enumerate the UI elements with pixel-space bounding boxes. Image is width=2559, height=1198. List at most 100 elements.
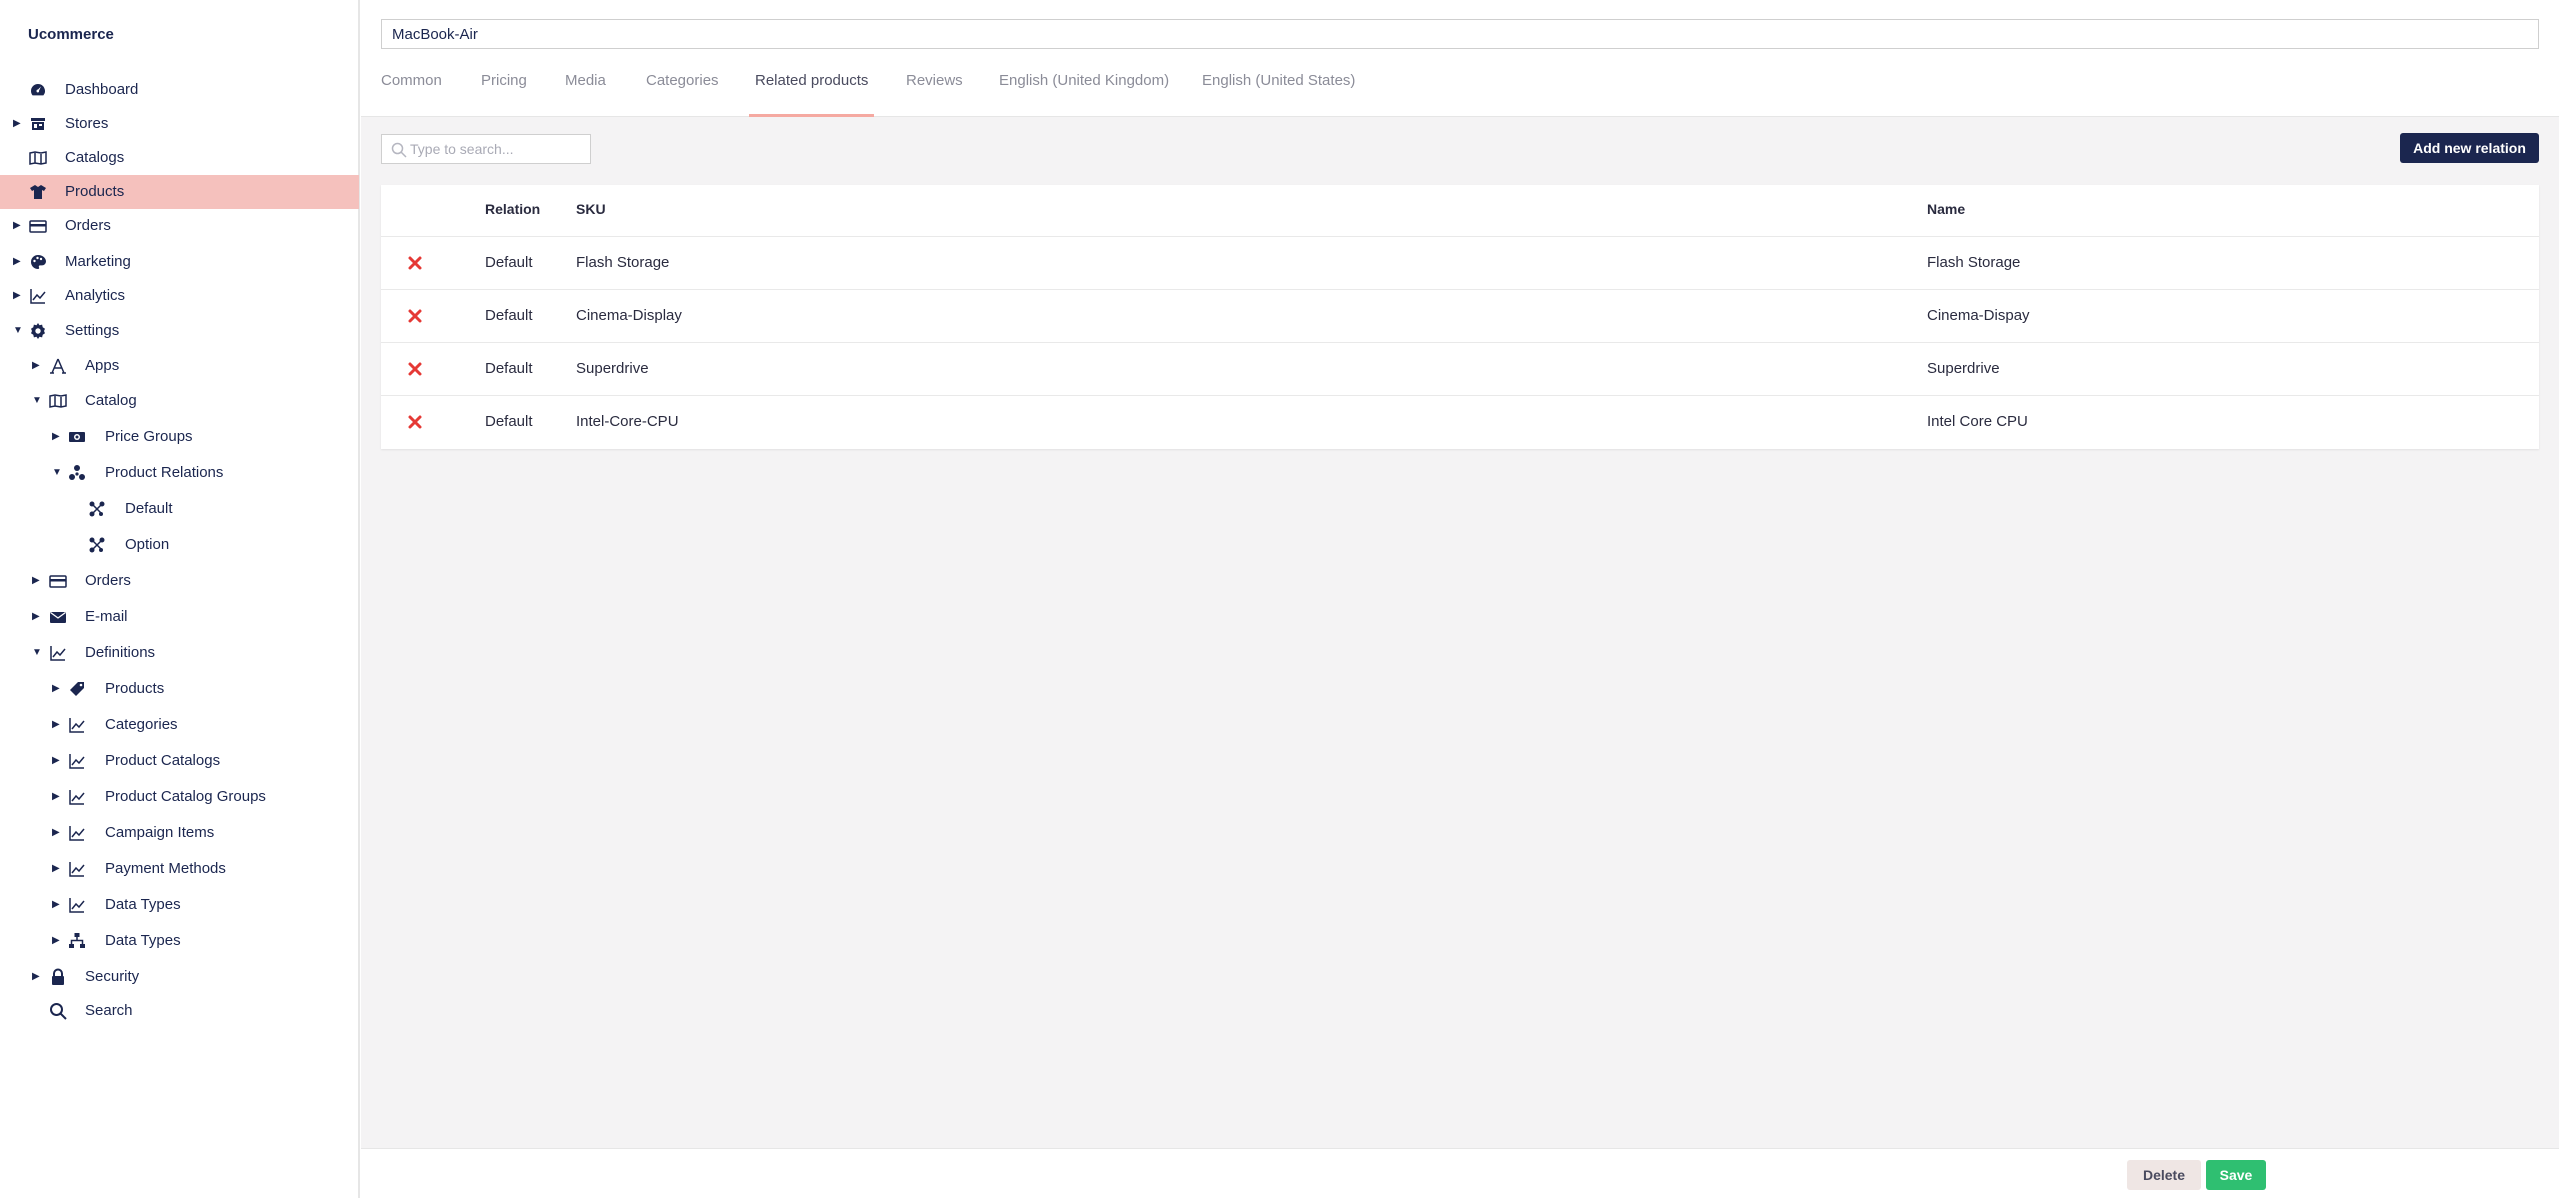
apps-icon bbox=[49, 357, 67, 375]
sidebar-item-catalogs[interactable]: Catalogs bbox=[0, 141, 359, 175]
lock-icon bbox=[49, 968, 67, 986]
search-input[interactable] bbox=[410, 136, 588, 162]
sidebar-item-settings-orders[interactable]: ▶ Orders bbox=[0, 564, 359, 598]
sidebar-item-def-product-catalog-groups[interactable]: ▶ Product Catalog Groups bbox=[0, 780, 359, 814]
tab-english-uk[interactable]: English (United Kingdom) bbox=[999, 72, 1169, 117]
sidebar-item-price-groups[interactable]: ▶ Price Groups bbox=[0, 420, 359, 454]
footer-bar: Delete Save bbox=[361, 1148, 2559, 1198]
sidebar-item-stores[interactable]: ▶ Stores bbox=[0, 107, 359, 141]
chart-icon bbox=[68, 752, 86, 770]
product-shirt-icon bbox=[29, 183, 47, 201]
tab-categories[interactable]: Categories bbox=[646, 72, 719, 117]
sidebar-item-settings[interactable]: ▼ Settings bbox=[0, 314, 359, 348]
tab-media[interactable]: Media bbox=[565, 72, 606, 117]
delete-x-icon[interactable] bbox=[407, 414, 423, 430]
caret-right-icon[interactable]: ▶ bbox=[52, 827, 62, 838]
caret-right-icon[interactable]: ▶ bbox=[32, 971, 42, 982]
caret-right-icon[interactable]: ▶ bbox=[52, 935, 62, 946]
brand-logo: Ucommerce bbox=[28, 26, 114, 43]
catalog-icon bbox=[49, 392, 67, 410]
caret-right-icon[interactable]: ▶ bbox=[52, 719, 62, 730]
cell-sku: Superdrive bbox=[576, 360, 649, 377]
chart-icon bbox=[68, 788, 86, 806]
delete-button[interactable]: Delete bbox=[2127, 1160, 2201, 1190]
caret-right-icon[interactable]: ▶ bbox=[13, 256, 23, 267]
sidebar-item-definitions[interactable]: ▼ Definitions bbox=[0, 636, 359, 670]
sidebar-item-marketing[interactable]: ▶ Marketing bbox=[0, 245, 359, 279]
table-row: Default Flash Storage Flash Storage bbox=[381, 236, 2539, 289]
caret-right-icon[interactable]: ▶ bbox=[13, 290, 23, 301]
caret-down-icon[interactable]: ▼ bbox=[52, 467, 62, 478]
caret-right-icon[interactable]: ▶ bbox=[52, 755, 62, 766]
related-products-table: Relation SKU Name Default Flash Storage … bbox=[381, 185, 2539, 449]
caret-right-icon[interactable]: ▶ bbox=[52, 683, 62, 694]
sidebar-item-email[interactable]: ▶ E-mail bbox=[0, 600, 359, 634]
sidebar-item-def-campaign-items[interactable]: ▶ Campaign Items bbox=[0, 816, 359, 850]
cell-relation: Default bbox=[485, 413, 533, 430]
caret-right-icon[interactable]: ▶ bbox=[52, 431, 62, 442]
palette-icon bbox=[29, 253, 47, 271]
caret-right-icon[interactable]: ▶ bbox=[13, 220, 23, 231]
caret-down-icon[interactable]: ▼ bbox=[32, 395, 42, 406]
store-icon bbox=[29, 115, 47, 133]
cell-name: Intel Core CPU bbox=[1927, 413, 2028, 430]
delete-x-icon[interactable] bbox=[407, 361, 423, 377]
cell-relation: Default bbox=[485, 360, 533, 377]
hierarchy-icon bbox=[68, 932, 86, 950]
sidebar-item-dashboard[interactable]: Dashboard bbox=[0, 73, 359, 107]
relation-icon bbox=[88, 536, 106, 554]
sidebar: Ucommerce Dashboard ▶ Stores Catalogs Pr… bbox=[0, 0, 360, 1198]
sidebar-item-apps[interactable]: ▶ Apps bbox=[0, 349, 359, 383]
credit-card-icon bbox=[49, 572, 67, 590]
cell-name: Superdrive bbox=[1927, 360, 2000, 377]
table-row: Default Superdrive Superdrive bbox=[381, 342, 2539, 395]
caret-right-icon[interactable]: ▶ bbox=[32, 360, 42, 371]
envelope-icon bbox=[49, 608, 67, 626]
sidebar-item-option[interactable]: Option bbox=[0, 528, 359, 562]
sidebar-item-default[interactable]: Default bbox=[0, 492, 359, 526]
product-name-input[interactable] bbox=[381, 19, 2539, 49]
column-header-sku: SKU bbox=[576, 201, 606, 217]
sidebar-item-search[interactable]: Search bbox=[0, 994, 359, 1028]
caret-right-icon[interactable]: ▶ bbox=[52, 899, 62, 910]
dashboard-icon bbox=[29, 81, 47, 99]
tab-common[interactable]: Common bbox=[381, 72, 442, 117]
caret-right-icon[interactable]: ▶ bbox=[13, 118, 23, 129]
table-row: Default Cinema-Display Cinema-Dispay bbox=[381, 289, 2539, 342]
sidebar-item-def-product-catalogs[interactable]: ▶ Product Catalogs bbox=[0, 744, 359, 778]
tab-reviews[interactable]: Reviews bbox=[906, 72, 963, 117]
main-content: Common Pricing Media Categories Related … bbox=[361, 0, 2559, 1198]
caret-down-icon[interactable]: ▼ bbox=[32, 647, 42, 658]
relation-icon bbox=[88, 500, 106, 518]
tab-english-us[interactable]: English (United States) bbox=[1202, 72, 1355, 117]
search-icon bbox=[391, 142, 407, 158]
caret-right-icon[interactable]: ▶ bbox=[32, 611, 42, 622]
save-button[interactable]: Save bbox=[2206, 1160, 2266, 1190]
caret-right-icon[interactable]: ▶ bbox=[52, 791, 62, 802]
caret-right-icon[interactable]: ▶ bbox=[32, 575, 42, 586]
tab-related-products[interactable]: Related products bbox=[748, 72, 875, 117]
sidebar-item-def-data-types-2[interactable]: ▶ Data Types bbox=[0, 924, 359, 958]
caret-right-icon[interactable]: ▶ bbox=[52, 863, 62, 874]
search-box bbox=[381, 134, 591, 164]
sidebar-item-def-products[interactable]: ▶ Products bbox=[0, 672, 359, 706]
caret-down-icon[interactable]: ▼ bbox=[13, 325, 23, 336]
search-icon bbox=[49, 1002, 67, 1020]
chart-icon bbox=[68, 824, 86, 842]
sidebar-item-security[interactable]: ▶ Security bbox=[0, 960, 359, 994]
sidebar-item-orders[interactable]: ▶ Orders bbox=[0, 209, 359, 243]
sidebar-item-def-categories[interactable]: ▶ Categories bbox=[0, 708, 359, 742]
sidebar-item-products[interactable]: Products bbox=[0, 175, 359, 209]
delete-x-icon[interactable] bbox=[407, 255, 423, 271]
sidebar-item-product-relations[interactable]: ▼ Product Relations bbox=[0, 456, 359, 490]
sidebar-item-def-payment-methods[interactable]: ▶ Payment Methods bbox=[0, 852, 359, 886]
column-header-name: Name bbox=[1927, 201, 1966, 217]
editor-header: Common Pricing Media Categories Related … bbox=[361, 0, 2559, 117]
delete-x-icon[interactable] bbox=[407, 308, 423, 324]
cell-relation: Default bbox=[485, 254, 533, 271]
sidebar-item-def-data-types[interactable]: ▶ Data Types bbox=[0, 888, 359, 922]
add-new-relation-button[interactable]: Add new relation bbox=[2400, 133, 2539, 163]
sidebar-item-catalog[interactable]: ▼ Catalog bbox=[0, 384, 359, 418]
tab-pricing[interactable]: Pricing bbox=[481, 72, 527, 117]
sidebar-item-analytics[interactable]: ▶ Analytics bbox=[0, 279, 359, 313]
